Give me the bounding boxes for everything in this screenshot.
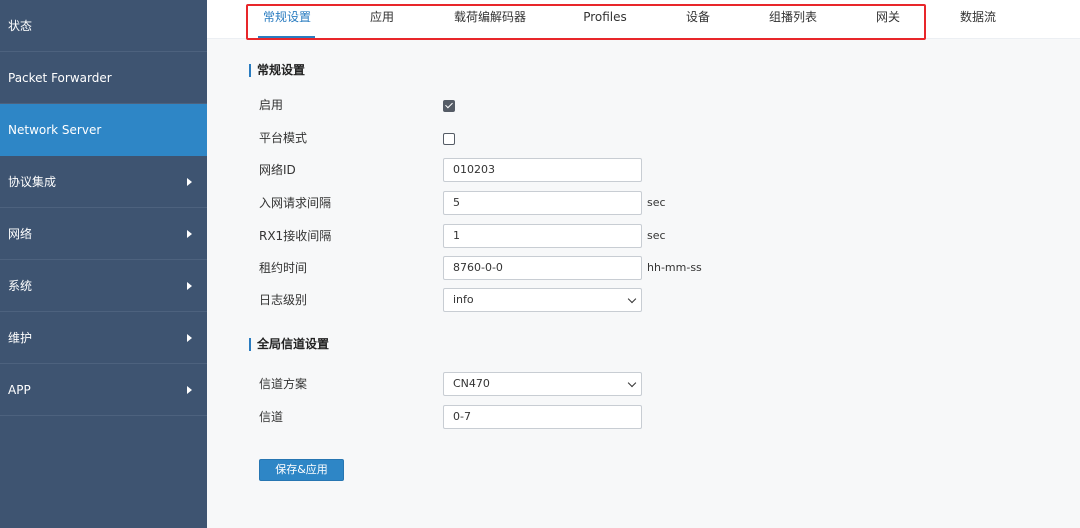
sidebar-item-network[interactable]: 网络	[0, 208, 207, 260]
platform-mode-label: 平台模式	[259, 131, 308, 145]
sidebar-item-label: 协议集成	[8, 175, 57, 189]
section-title-general: 常规设置	[249, 64, 305, 77]
tab-gateways[interactable]: 网关	[876, 0, 900, 39]
tab-multicast-list[interactable]: 组播列表	[769, 0, 817, 39]
platform-mode-checkbox[interactable]	[443, 133, 455, 145]
check-icon	[445, 100, 453, 109]
join-interval-unit: sec	[647, 196, 666, 209]
sidebar-item-maintenance[interactable]: 维护	[0, 312, 207, 364]
tab-bar	[207, 0, 1080, 39]
enable-checkbox[interactable]	[443, 100, 455, 112]
section-title-channel: 全局信道设置	[249, 338, 329, 351]
sidebar-item-label: Packet Forwarder	[8, 70, 112, 85]
tab-profiles[interactable]: Profiles	[583, 0, 627, 39]
sidebar: 状态 Packet Forwarder Network Server 协议集成 …	[0, 0, 207, 528]
sidebar-item-protocol-integration[interactable]: 协议集成	[0, 156, 207, 208]
chevron-down-icon	[627, 294, 637, 304]
tab-payload-codec[interactable]: 载荷编解码器	[454, 0, 526, 39]
log-level-select[interactable]: info	[443, 288, 642, 312]
sidebar-item-label: 网络	[8, 227, 33, 241]
lease-time-input[interactable]: 8760-0-0	[443, 256, 642, 280]
sidebar-item-app[interactable]: APP	[0, 364, 207, 416]
chevron-right-icon	[187, 333, 192, 342]
chevron-down-icon	[627, 378, 637, 388]
channel-input[interactable]: 0-7	[443, 405, 642, 429]
channel-plan-select[interactable]: CN470	[443, 372, 642, 396]
lease-time-unit: hh-mm-ss	[647, 261, 702, 274]
tab-devices[interactable]: 设备	[686, 0, 710, 39]
sidebar-item-packet-forwarder[interactable]: Packet Forwarder	[0, 52, 207, 104]
sidebar-item-label: 状态	[8, 19, 33, 33]
chevron-right-icon	[187, 385, 192, 394]
tab-general-settings[interactable]: 常规设置	[263, 0, 311, 39]
rx1-delay-input[interactable]: 1	[443, 224, 642, 248]
sidebar-item-status[interactable]: 状态	[0, 0, 207, 52]
rx1-delay-unit: sec	[647, 229, 666, 242]
sidebar-item-label: 维护	[8, 331, 33, 345]
join-interval-label: 入网请求间隔	[259, 196, 332, 210]
channel-plan-value: CN470	[453, 377, 490, 390]
sidebar-item-label: APP	[8, 382, 31, 397]
sidebar-item-system[interactable]: 系统	[0, 260, 207, 312]
chevron-right-icon	[187, 281, 192, 290]
tab-data-stream[interactable]: 数据流	[960, 0, 996, 39]
channel-label: 信道	[259, 410, 284, 424]
rx1-delay-label: RX1接收间隔	[259, 229, 332, 243]
log-level-value: info	[453, 293, 474, 306]
lease-time-label: 租约时间	[259, 261, 308, 275]
join-interval-input[interactable]: 5	[443, 191, 642, 215]
network-id-input[interactable]: 010203	[443, 158, 642, 182]
save-apply-button[interactable]: 保存&应用	[259, 459, 344, 481]
chevron-right-icon	[187, 177, 192, 186]
sidebar-item-label: Network Server	[8, 122, 102, 137]
chevron-right-icon	[187, 229, 192, 238]
network-id-label: 网络ID	[259, 163, 296, 177]
log-level-label: 日志级别	[259, 293, 308, 307]
tab-applications[interactable]: 应用	[370, 0, 394, 39]
sidebar-item-network-server[interactable]: Network Server	[0, 104, 207, 156]
sidebar-item-label: 系统	[8, 279, 33, 293]
enable-label: 启用	[259, 98, 284, 112]
active-tab-indicator	[258, 36, 315, 38]
channel-plan-label: 信道方案	[259, 377, 308, 391]
